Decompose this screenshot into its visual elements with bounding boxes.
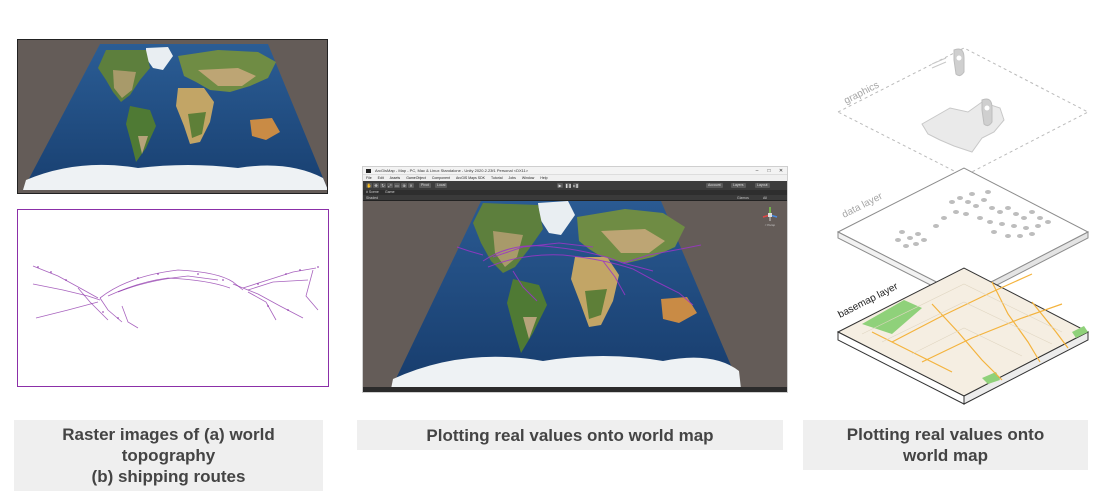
caption-raster-line-1: Raster images of (a) world [62, 425, 275, 444]
caption-plotting-right-line-2: world map [902, 446, 988, 465]
main-toolbar: ✋ ✥ ↻ ⤢ ▭ ⊕ ✕ Pivot Local ▶ ❚❚ ▸❚ Accoun… [363, 181, 787, 190]
graphics-layer: graphics [836, 47, 1090, 177]
caption-plotting-center: Plotting real values onto world map [357, 420, 783, 450]
maximize-button[interactable]: □ [763, 167, 775, 175]
scale-tool-button[interactable]: ⤢ [387, 183, 393, 188]
world-topography-panel [17, 39, 328, 194]
local-dropdown[interactable]: Local [435, 183, 448, 188]
close-button[interactable]: ✕ [775, 167, 787, 175]
rect-tool-button[interactable]: ▭ [394, 183, 400, 188]
move-tool-button[interactable]: ✥ [373, 183, 379, 188]
map-pin-icon [981, 98, 993, 127]
caption-raster-images: Raster images of (a) world topography (b… [14, 420, 323, 491]
caption-plotting-center-text: Plotting real values onto world map [426, 425, 714, 445]
caption-plotting-right-line-1: Plotting real values onto [846, 425, 1045, 444]
window-title: ArcGisMap - Map - PC, Mac & Linux Standa… [375, 168, 529, 173]
minimize-button[interactable]: – [751, 167, 763, 175]
status-bar [363, 387, 787, 392]
play-icon[interactable]: ▶ [557, 183, 563, 188]
step-icon[interactable]: ▸❚ [573, 183, 579, 188]
app-icon [366, 169, 371, 173]
title-bar: ArcGisMap - Map - PC, Mac & Linux Standa… [363, 167, 787, 175]
layout-dropdown[interactable]: Layout [755, 183, 770, 188]
pause-icon[interactable]: ❚❚ [565, 183, 572, 188]
transform-tool-button[interactable]: ⊕ [401, 183, 407, 188]
layers-dropdown[interactable]: Layers [731, 183, 746, 188]
shipping-routes-panel [17, 209, 329, 387]
gizmo-persp-label: < Persp [765, 223, 776, 227]
pivot-dropdown[interactable]: Pivot [419, 183, 431, 188]
layer-stack-diagram: graphics data layer basemap layer [836, 47, 1090, 405]
unity-editor-window: ArcGisMap - Map - PC, Mac & Linux Standa… [362, 166, 788, 393]
basemap-layer: basemap layer [836, 267, 1090, 405]
map-pin-icon [953, 48, 965, 77]
shipping-routes-image [32, 265, 319, 329]
caption-raster-line-2: topography [121, 446, 216, 465]
custom-tool-button[interactable]: ✕ [408, 183, 414, 188]
world-topography-image [23, 44, 327, 190]
caption-plotting-right: Plotting real values onto world map [803, 420, 1088, 470]
rotate-tool-button[interactable]: ↻ [380, 183, 386, 188]
account-dropdown[interactable]: Account [706, 183, 723, 188]
hand-tool-button[interactable]: ✋ [366, 183, 372, 188]
scene-gizmo-icon[interactable]: < Persp [761, 205, 779, 227]
scene-viewport[interactable] [363, 201, 788, 389]
graphics-layer-label: graphics [842, 80, 881, 107]
caption-raster-line-3: (b) shipping routes [91, 467, 246, 486]
